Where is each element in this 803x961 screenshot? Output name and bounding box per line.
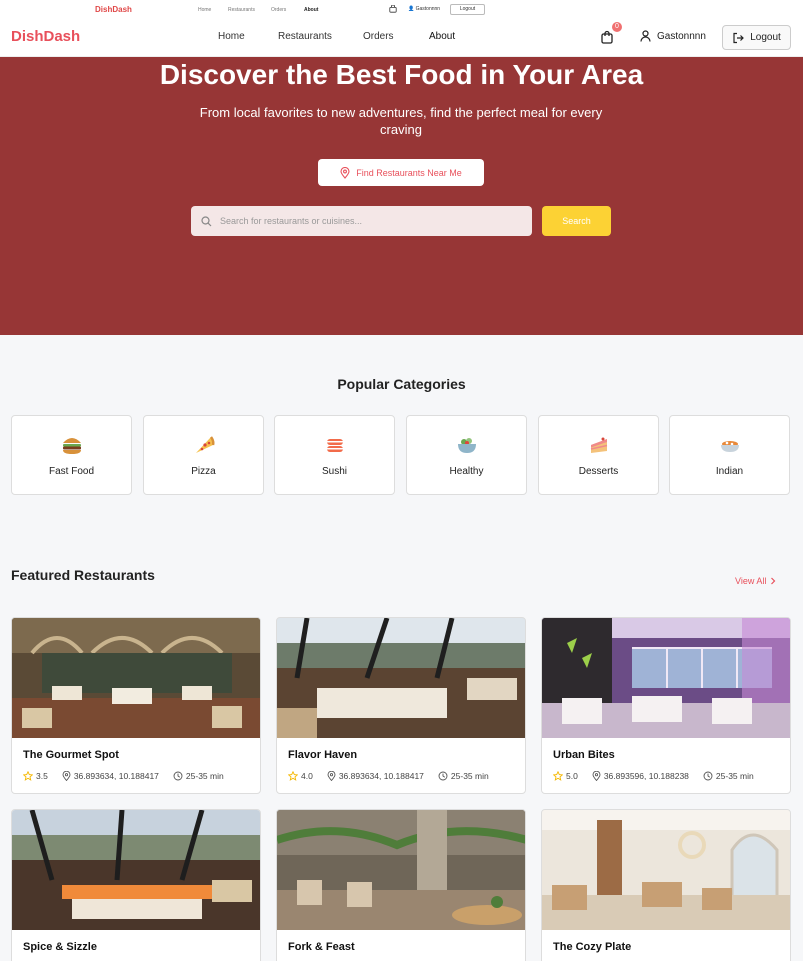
restaurant-image	[542, 618, 790, 738]
category-card-indian[interactable]: Indian	[669, 415, 790, 495]
search-input[interactable]	[220, 216, 520, 226]
restaurant-card-gourmet-spot[interactable]: The Gourmet Spot 3.5 36.893634, 10.18841…	[11, 617, 261, 794]
restaurant-name: Spice & Sizzle	[23, 941, 97, 953]
clock-icon	[173, 771, 183, 781]
category-card-desserts[interactable]: Desserts	[538, 415, 659, 495]
restaurant-card-urban-bites[interactable]: Urban Bites 5.0 36.893596, 10.188238 25-…	[541, 617, 791, 794]
location-pin-icon	[592, 771, 601, 781]
restaurant-image	[12, 810, 260, 930]
mini-user[interactable]: 👤 Gastonnnn	[408, 6, 440, 12]
restaurant-rating: 5.0	[566, 771, 578, 781]
restaurant-meta: 3.5 36.893634, 10.188417 25-35 min	[23, 771, 224, 781]
pizza-icon	[195, 436, 214, 453]
chevron-right-icon	[771, 577, 776, 585]
clock-icon	[703, 771, 713, 781]
hero-title: Discover the Best Food in Your Area	[159, 59, 644, 90]
search-icon	[201, 215, 212, 226]
location-pin-icon	[327, 771, 336, 781]
restaurant-name: Urban Bites	[553, 749, 615, 761]
star-icon	[23, 771, 33, 781]
user-icon	[640, 30, 651, 42]
clock-icon	[438, 771, 448, 781]
restaurant-card-cozy-plate[interactable]: The Cozy Plate	[541, 809, 791, 961]
restaurant-image	[542, 810, 790, 930]
curry-icon	[720, 441, 739, 452]
search-box	[191, 206, 532, 236]
categories-title: Popular Categories	[337, 376, 466, 392]
category-card-pizza[interactable]: Pizza	[143, 415, 264, 495]
restaurant-location: 36.893634, 10.188417	[73, 771, 159, 781]
restaurant-rating: 4.0	[301, 771, 313, 781]
logout-icon	[733, 32, 745, 43]
nav-orders[interactable]: Orders	[363, 31, 394, 42]
location-pin-icon	[340, 166, 350, 179]
restaurant-image	[277, 618, 525, 738]
restaurant-meta: 4.0 36.893634, 10.188417 25-35 min	[288, 771, 489, 781]
username: Gastonnnn	[657, 30, 706, 42]
restaurant-name: The Cozy Plate	[553, 941, 632, 953]
nav-about[interactable]: About	[429, 31, 455, 42]
hero-subtitle: From local favorites to new adventures, …	[199, 105, 603, 137]
view-all-label: View All	[735, 576, 767, 586]
restaurant-image	[277, 810, 525, 930]
category-card-sushi[interactable]: Sushi	[274, 415, 395, 495]
logo[interactable]: DishDash	[11, 28, 80, 45]
restaurant-location: 36.893634, 10.188417	[338, 771, 424, 781]
cart-count-badge: 0	[612, 22, 622, 32]
restaurant-card-flavor-haven[interactable]: Flavor Haven 4.0 36.893634, 10.188417 25…	[276, 617, 526, 794]
restaurant-time: 25-35 min	[715, 771, 754, 781]
category-card-healthy[interactable]: Healthy	[406, 415, 527, 495]
nav-restaurants[interactable]: Restaurants	[278, 31, 332, 42]
mini-logout-label: Logout	[459, 6, 476, 12]
mini-header: DishDash Home Restaurants Orders About 👤…	[0, 0, 803, 19]
mini-user-icon: 👤	[408, 6, 415, 12]
restaurant-card-spice-sizzle[interactable]: Spice & Sizzle	[11, 809, 261, 961]
category-label: Indian	[715, 466, 744, 477]
find-near-me-label: Find Restaurants Near Me	[356, 167, 462, 178]
category-label: Desserts	[578, 466, 619, 477]
find-near-me-button[interactable]: Find Restaurants Near Me	[318, 159, 484, 186]
category-label: Healthy	[449, 466, 484, 477]
header: DishDash Home Restaurants Orders About 0…	[0, 19, 803, 57]
mini-nav-about[interactable]: About	[304, 7, 318, 13]
view-all-link[interactable]: View All	[735, 576, 776, 586]
mini-nav-restaurants[interactable]: Restaurants	[228, 7, 255, 13]
restaurant-name: The Gourmet Spot	[23, 749, 119, 761]
logout-button[interactable]: Logout	[722, 25, 791, 50]
restaurant-rating: 3.5	[36, 771, 48, 781]
mini-nav-home[interactable]: Home	[198, 7, 211, 13]
featured-title: Featured Restaurants	[11, 567, 155, 583]
star-icon	[553, 771, 563, 781]
category-label: Sushi	[321, 466, 347, 477]
mini-cart-icon[interactable]	[389, 5, 397, 13]
star-icon	[288, 771, 298, 781]
search-button[interactable]: Search	[542, 206, 611, 236]
restaurant-time: 25-35 min	[185, 771, 224, 781]
category-card-fast-food[interactable]: Fast Food	[11, 415, 132, 495]
mini-logout-button[interactable]: Logout	[450, 4, 485, 15]
salad-icon	[457, 438, 476, 453]
restaurant-meta: 5.0 36.893596, 10.188238 25-35 min	[553, 771, 754, 781]
hero-section: Discover the Best Food in Your Area From…	[0, 57, 803, 335]
restaurant-card-fork-feast[interactable]: Fork & Feast	[276, 809, 526, 961]
nav-home[interactable]: Home	[218, 31, 245, 42]
burger-icon	[62, 438, 81, 454]
category-label: Pizza	[191, 466, 216, 477]
user-menu[interactable]: Gastonnnn	[640, 30, 706, 42]
category-label: Fast Food	[48, 466, 95, 477]
restaurant-location: 36.893596, 10.188238	[603, 771, 689, 781]
sushi-icon	[326, 439, 343, 452]
cake-icon	[590, 437, 607, 453]
cart-icon[interactable]	[600, 30, 614, 44]
restaurant-name: Fork & Feast	[288, 941, 355, 953]
restaurant-time: 25-35 min	[450, 771, 489, 781]
mini-username: Gastonnnn	[415, 6, 441, 12]
restaurant-name: Flavor Haven	[288, 749, 358, 761]
location-pin-icon	[62, 771, 71, 781]
mini-logo[interactable]: DishDash	[95, 5, 132, 14]
logout-label: Logout	[750, 32, 781, 43]
mini-nav-orders[interactable]: Orders	[271, 7, 286, 13]
restaurant-image	[12, 618, 260, 738]
